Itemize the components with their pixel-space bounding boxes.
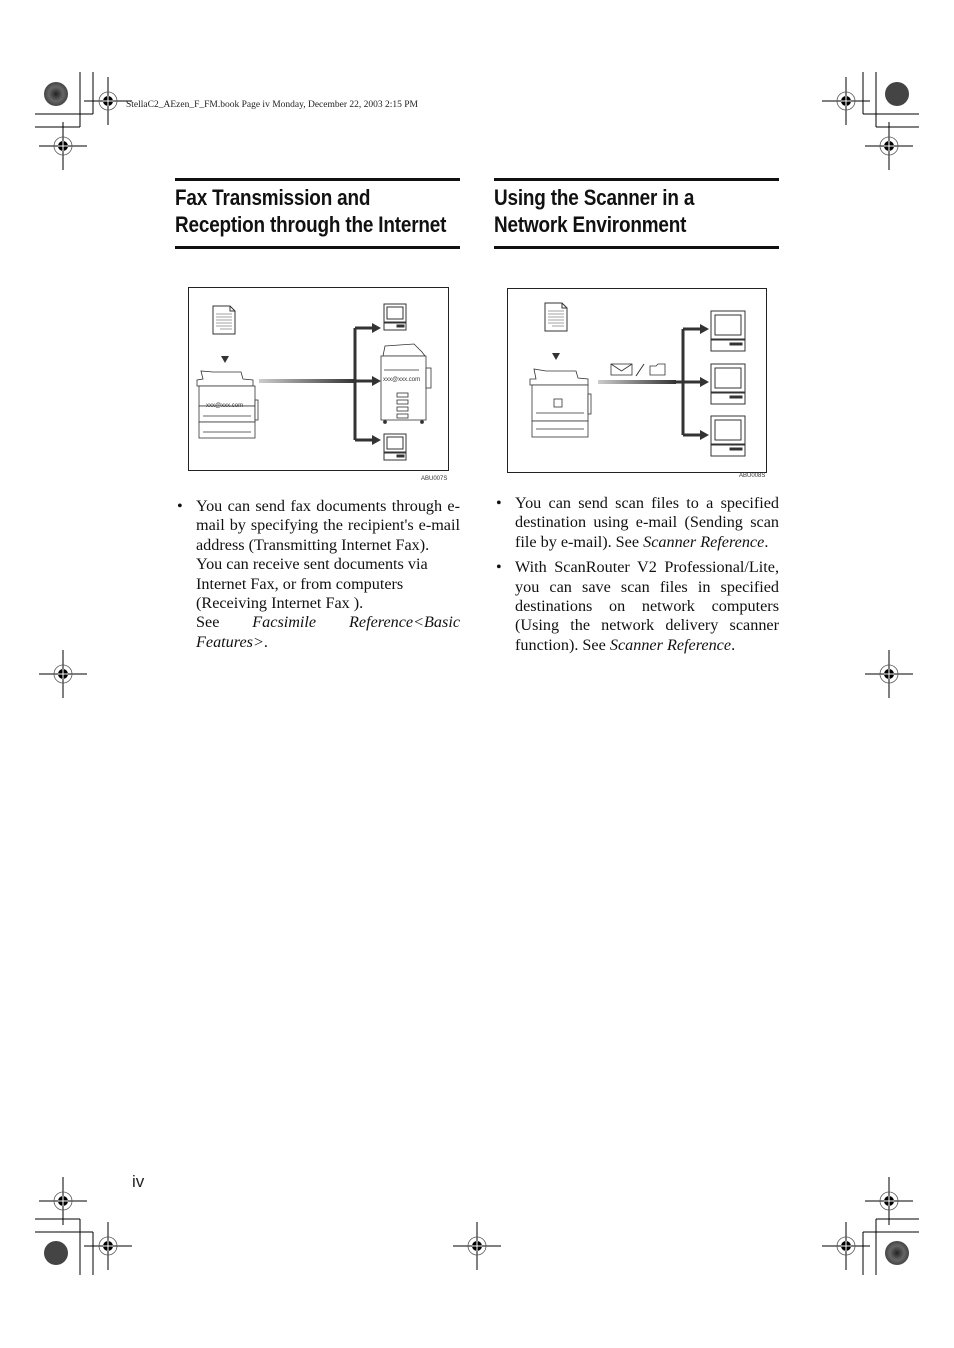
bullet-item: • You can send fax documents through e-m… (175, 497, 460, 652)
paragraph: You can send fax documents through e-mai… (196, 497, 460, 554)
bullet-item: • With ScanRouter V2 Professional/Lite, … (494, 558, 779, 655)
paragraph: With ScanRouter V2 Professional/Lite, yo… (515, 558, 779, 655)
bullet-item: • You can send scan files to a specified… (494, 494, 779, 552)
registration-mark-icon (864, 121, 914, 171)
heading-line: Network Environment (494, 212, 687, 237)
registration-mark-icon (83, 76, 133, 126)
paragraph: You can send scan files to a specified d… (515, 494, 779, 552)
network-scanner-diagram (507, 288, 767, 473)
heading-line: Reception through the Internet (175, 212, 447, 237)
figure-id-label: ABU008S (739, 473, 766, 479)
registration-mark-icon (864, 649, 914, 699)
bullet-icon: • (496, 494, 502, 512)
reference-link: Scanner Reference (609, 635, 732, 654)
receiver-email-label: xxx@xxx.com (383, 377, 420, 383)
section-network-scanner: Using the Scanner in a Network Environme… (494, 0, 779, 1348)
registration-mark-icon (864, 1176, 914, 1226)
registration-mark-icon (38, 1176, 88, 1226)
heading-line: Using the Scanner in a (494, 185, 695, 210)
heading-rule-top (175, 178, 460, 181)
paragraph: See Facsimile Reference<Basic Features>. (196, 613, 460, 652)
mfp-receiver-icon (380, 343, 432, 424)
section-heading: Fax Transmission and Reception through t… (175, 184, 447, 238)
figure-id-label: ABU007S (421, 476, 448, 482)
computer-icon (710, 415, 746, 457)
color-rosette-icon (885, 82, 909, 106)
text: . (731, 635, 736, 654)
document-icon (212, 305, 236, 335)
registration-mark-icon (83, 1221, 133, 1271)
reference-link: Scanner Reference (643, 532, 765, 551)
bullet-icon: • (177, 497, 183, 515)
folder-icon (649, 363, 666, 376)
paragraph: You can receive sent documents via Inter… (196, 555, 428, 613)
computer-icon (383, 303, 407, 331)
scanner-mfp-icon (529, 368, 592, 438)
separator-slash (635, 363, 645, 377)
section-heading: Using the Scanner in a Network Environme… (494, 184, 743, 238)
document-icon (544, 302, 568, 332)
computer-icon (710, 310, 746, 352)
internet-fax-diagram: xxx@xxx.com xxx@xxx.com (188, 287, 449, 471)
text: . (764, 532, 769, 551)
heading-rule-bottom (175, 246, 460, 249)
registration-mark-icon (38, 649, 88, 699)
envelope-icon (610, 363, 633, 376)
page-number: iv (132, 1172, 145, 1191)
text: . (263, 632, 268, 651)
computer-icon (710, 363, 746, 405)
section-internet-fax: Fax Transmission and Reception through t… (175, 0, 460, 1348)
crop-marks (35, 72, 919, 1275)
computer-icon (383, 433, 407, 461)
network-scanner-bullet-list: • You can send scan files to a specified… (494, 494, 779, 661)
internet-fax-bullet-list: • You can send fax documents through e-m… (175, 497, 460, 658)
heading-line: Fax Transmission and (175, 185, 371, 210)
color-rosette-icon (44, 82, 68, 106)
heading-rule-top (494, 178, 779, 181)
color-rosette-icon (44, 1241, 68, 1265)
sender-email-label: xxx@xxx.com (206, 403, 243, 409)
color-rosette-icon (885, 1241, 909, 1265)
registration-mark-icon (38, 121, 88, 171)
bullet-icon: • (496, 558, 502, 577)
text: See (196, 613, 253, 632)
heading-rule-bottom (494, 246, 779, 249)
